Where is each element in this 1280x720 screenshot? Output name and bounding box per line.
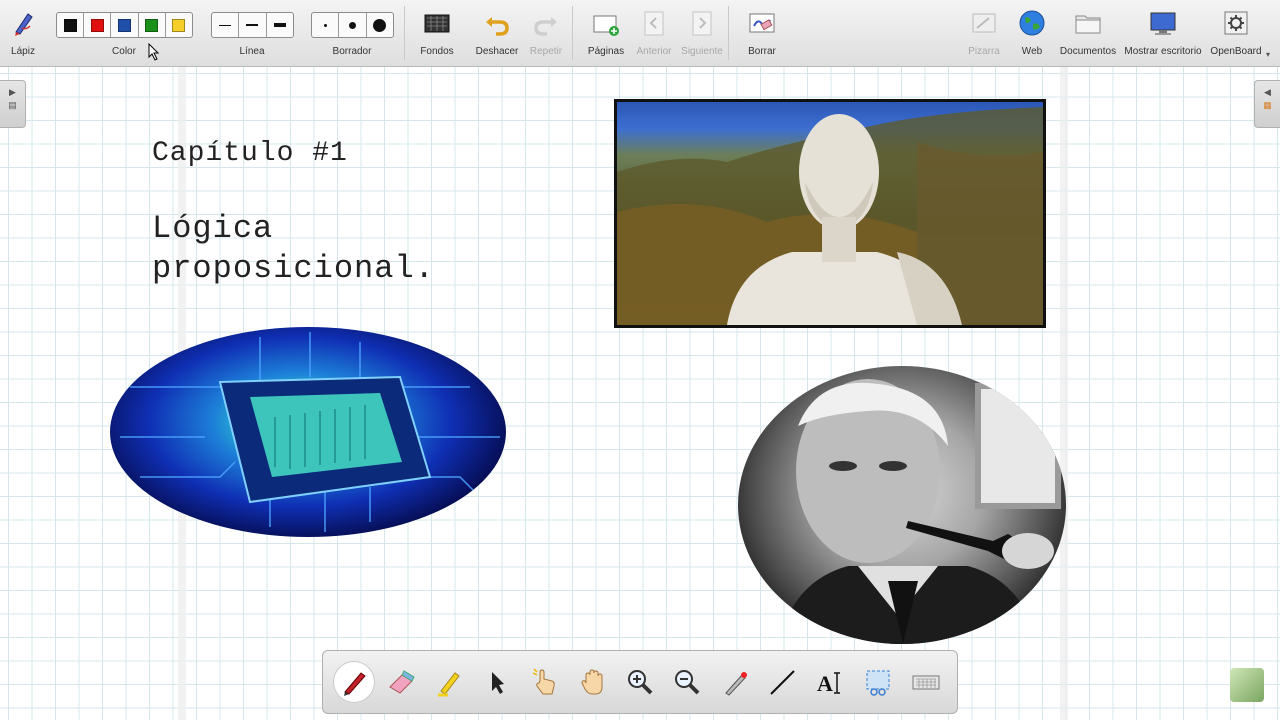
whiteboard-icon[interactable] (969, 8, 999, 38)
triangle-left-icon: ◀ (1264, 87, 1271, 97)
tool-palette: A (322, 650, 958, 714)
eraser-large[interactable] (367, 13, 393, 37)
pen-tool-button[interactable] (333, 661, 375, 703)
zoom-out-icon (675, 670, 700, 695)
show-desktop-icon[interactable] (1148, 8, 1178, 38)
line-tool-button[interactable] (761, 661, 803, 703)
line-medium[interactable] (239, 13, 267, 37)
eraser-label: Borrador (332, 46, 372, 57)
backgrounds-label: Fondos (420, 46, 454, 57)
aristotle-statue-image[interactable] (614, 99, 1046, 328)
eraser-tool-button[interactable] (380, 661, 422, 703)
zoom-out-tool-button[interactable] (666, 661, 708, 703)
svg-text:A: A (817, 671, 833, 696)
color-yellow[interactable] (166, 13, 192, 37)
zoom-in-tool-button[interactable] (619, 661, 661, 703)
zoom-in-icon (628, 670, 653, 695)
color-label: Color (112, 46, 136, 57)
pointer-hand-icon (532, 668, 555, 695)
eraser-small[interactable] (312, 13, 340, 37)
toolbar-separator (728, 6, 729, 60)
color-selector[interactable] (56, 12, 193, 38)
openboard-label: OpenBoard (1210, 46, 1262, 57)
pan-hand-icon (581, 669, 603, 695)
clear-page-label: Borrar (748, 46, 776, 57)
toolbar-separator (572, 6, 573, 60)
next-page-icon (687, 8, 717, 38)
chapter-heading[interactable]: Capítulo #1 (152, 138, 348, 169)
eraser-medium[interactable] (339, 13, 367, 37)
color-red[interactable] (84, 13, 112, 37)
toolbar-separator (404, 6, 405, 60)
pen-icon (344, 672, 366, 696)
highlighter-icon (438, 672, 460, 697)
triangle-right-icon: ▶ (9, 87, 16, 97)
cpu-chip-image[interactable] (110, 327, 506, 537)
openboard-settings-icon[interactable] (1221, 8, 1251, 38)
pages-icon[interactable] (591, 8, 621, 38)
text-tool-button[interactable]: A (809, 661, 851, 703)
whiteboard-label: Pizarra (968, 46, 1000, 57)
eraser-icon (389, 670, 415, 694)
keyboard-icon (912, 675, 940, 690)
color-black[interactable] (57, 13, 85, 37)
left-panel-toggle[interactable]: ▶ ▤ (0, 80, 26, 128)
web-label: Web (1021, 46, 1043, 57)
line-thick[interactable] (267, 13, 293, 37)
previous-page-label: Anterior (636, 46, 672, 57)
backgrounds-icon[interactable] (422, 8, 452, 38)
undo-icon[interactable] (482, 8, 512, 38)
color-green[interactable] (139, 13, 166, 37)
library-icon: ▦ (1263, 100, 1272, 110)
laser-pointer-tool-button[interactable] (714, 661, 756, 703)
show-desktop-label: Mostrar escritorio (1124, 46, 1202, 57)
slide-title-line2[interactable]: proposicional. (152, 250, 435, 287)
documents-folder-icon[interactable] (1073, 8, 1103, 38)
line-width-selector[interactable] (211, 12, 294, 38)
right-panel-toggle[interactable]: ◀ ▦ (1254, 80, 1280, 128)
text-tool-icon: A (817, 671, 840, 696)
pan-tool-button[interactable] (572, 661, 614, 703)
undo-label: Deshacer (475, 46, 519, 57)
grid-band (1060, 67, 1068, 720)
chevron-down-icon[interactable]: ▾ (1266, 50, 1270, 59)
documents-label: Documentos (1059, 46, 1117, 57)
pages-label: Páginas (587, 46, 625, 57)
redo-label: Repetir (529, 46, 563, 57)
highlighter-tool-button[interactable] (428, 661, 470, 703)
capture-tool-button[interactable] (857, 661, 899, 703)
line-tool-icon (770, 670, 795, 695)
select-arrow-icon (492, 672, 504, 694)
clear-page-icon[interactable] (747, 8, 777, 38)
line-thin[interactable] (212, 13, 240, 37)
previous-page-icon (639, 8, 669, 38)
capture-icon (866, 670, 890, 696)
pencil-label: Lápiz (11, 46, 35, 57)
russell-portrait-image[interactable] (738, 366, 1066, 644)
page-list-icon: ▤ (8, 100, 17, 110)
select-tool-button[interactable] (476, 661, 518, 703)
interact-tool-button[interactable] (524, 661, 566, 703)
next-page-label: Siguiente (681, 46, 723, 57)
openboard-watermark-logo (1230, 668, 1264, 702)
laser-pointer-icon (725, 672, 747, 696)
main-toolbar: Lápiz Color Línea Borrador Fondos Deshac… (0, 0, 1280, 67)
line-label: Línea (239, 46, 265, 57)
slide-title-line1[interactable]: Lógica (152, 210, 273, 247)
pencil-icon[interactable] (8, 8, 38, 38)
redo-icon (531, 8, 561, 38)
color-blue[interactable] (111, 13, 139, 37)
eraser-size-selector[interactable] (311, 12, 394, 38)
virtual-keyboard-button[interactable] (905, 661, 947, 703)
web-globe-icon[interactable] (1017, 8, 1047, 38)
mouse-cursor-icon (148, 43, 160, 61)
